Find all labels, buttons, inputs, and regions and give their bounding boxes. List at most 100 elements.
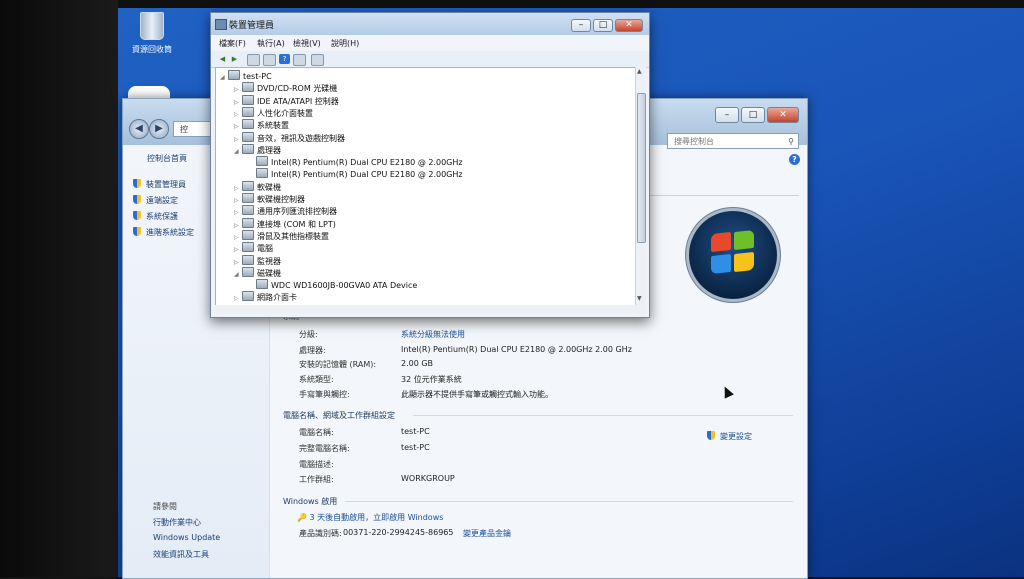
collapsed-arrow-icon[interactable]: ▷ <box>234 99 242 106</box>
section-divider <box>345 501 793 502</box>
workgroup-value: WORKGROUP <box>401 474 455 483</box>
tree-node[interactable]: ▷ 滑鼠及其他指標裝置 <box>234 229 329 242</box>
tree-node[interactable]: ▷ 連接埠 (COM 和 LPT) <box>234 217 336 230</box>
tree-node[interactable]: ▷ IDE ATA/ATAPI 控制器 <box>234 94 339 107</box>
vertical-scrollbar[interactable]: ▲ ▼ <box>635 67 646 305</box>
tree-node[interactable]: ◢ test-PC <box>220 70 272 81</box>
collapsed-arrow-icon[interactable]: ▷ <box>234 123 242 130</box>
hid-icon <box>242 106 254 117</box>
tree-node[interactable]: ▷ 電腦 <box>234 242 273 254</box>
tree-node[interactable]: Intel(R) Pentium(R) Dual CPU E2180 @ 2.0… <box>248 168 463 179</box>
collapsed-arrow-icon[interactable]: ▷ <box>234 86 242 93</box>
collapsed-arrow-icon[interactable]: ▷ <box>234 136 242 143</box>
screen-bezel-left <box>0 0 118 577</box>
sidebar-home-link[interactable]: 控制台首頁 <box>147 153 187 164</box>
tree-node[interactable]: ▷ 系統裝置 <box>234 119 289 131</box>
scan-hardware-icon[interactable] <box>311 54 324 66</box>
tree-node[interactable]: WDC WD1600JB-00GVA0 ATA Device <box>248 279 417 290</box>
tree-node-label: 磁碟機 <box>257 268 281 278</box>
sidebar-item-device-manager[interactable]: 裝置管理員 <box>133 179 186 190</box>
help-icon[interactable]: ? <box>279 54 290 64</box>
back-arrow-icon[interactable]: ◀ <box>217 54 228 64</box>
sound-icon <box>242 131 254 142</box>
pen-touch-value: 此顯示器不提供手寫筆或觸控式輸入功能。 <box>401 390 553 399</box>
tree-node[interactable]: ▷ 人性化介面裝置 <box>234 106 313 119</box>
search-input[interactable]: 搜尋控制台 ⚲ <box>667 133 799 149</box>
tree-node[interactable]: ▷ 音效，視訊及遊戲控制器 <box>234 131 345 144</box>
maximize-button[interactable]: □ <box>741 107 765 123</box>
show-hide-icon[interactable] <box>263 54 276 66</box>
view-icon[interactable] <box>293 54 306 66</box>
recycle-bin[interactable]: 資源回收筒 <box>126 12 178 55</box>
computer-name-value: test-PC <box>401 427 430 436</box>
help-icon[interactable]: ? <box>789 154 800 165</box>
sidebar-item-system-protection[interactable]: 系統保護 <box>133 211 178 222</box>
menu-help[interactable]: 說明(H) <box>331 38 359 49</box>
minimize-button[interactable]: – <box>715 107 739 123</box>
cpu-icon <box>256 168 268 179</box>
tree-node[interactable]: ▷ 網路介面卡 <box>234 291 297 303</box>
system-type-label: 系統類型: <box>299 375 334 384</box>
sidebar-item-label: 裝置管理員 <box>146 180 186 189</box>
collapsed-arrow-icon[interactable]: ▷ <box>234 185 242 192</box>
expanded-arrow-icon[interactable]: ◢ <box>220 74 228 81</box>
change-product-key-link[interactable]: 變更產品金鑰 <box>463 528 511 539</box>
close-button[interactable]: ✕ <box>767 107 799 123</box>
activate-windows-link[interactable]: 🔑 3 天後自動啟用，立即啟用 Windows <box>297 512 443 523</box>
rating-value-link[interactable]: 系統分級無法使用 <box>401 329 465 340</box>
dm-minimize-button[interactable]: – <box>571 19 591 32</box>
horizontal-scrollbar[interactable] <box>215 305 645 313</box>
recycle-bin-label: 資源回收筒 <box>132 45 172 54</box>
forward-button[interactable]: ▶ <box>149 119 169 139</box>
tree-node-label: Intel(R) Pentium(R) Dual CPU E2180 @ 2.0… <box>271 158 463 168</box>
scroll-up-icon[interactable]: ▲ <box>637 68 642 75</box>
tree-node[interactable]: ▷ 通用序列匯流排控制器 <box>234 205 337 217</box>
collapsed-arrow-icon[interactable]: ▷ <box>234 246 242 253</box>
expanded-arrow-icon[interactable]: ◢ <box>234 271 242 278</box>
see-also-action-center[interactable]: 行動作業中心 <box>153 517 201 528</box>
collapsed-arrow-icon[interactable]: ▷ <box>234 222 242 229</box>
tree-node[interactable]: ◢ 處理器 <box>234 143 281 156</box>
activation-section-title: Windows 啟用 <box>283 497 338 506</box>
collapsed-arrow-icon[interactable]: ▷ <box>234 197 242 204</box>
tree-node[interactable]: ▷ 軟碟機 <box>234 180 281 193</box>
collapsed-arrow-icon[interactable]: ▷ <box>234 259 242 266</box>
forward-arrow-icon[interactable]: ▶ <box>229 54 240 64</box>
sidebar-item-label: 進階系統設定 <box>146 228 194 237</box>
rating-label: 分級: <box>299 330 318 339</box>
collapsed-arrow-icon[interactable]: ▷ <box>234 209 242 216</box>
dm-close-button[interactable]: ✕ <box>615 19 643 32</box>
expanded-arrow-icon[interactable]: ◢ <box>234 148 242 155</box>
see-also-performance-tools[interactable]: 效能資訊及工具 <box>153 549 209 560</box>
scrollbar-thumb[interactable] <box>637 93 646 243</box>
collapsed-arrow-icon[interactable]: ▷ <box>234 111 242 118</box>
see-also-windows-update[interactable]: Windows Update <box>153 533 220 542</box>
computer-name-label: 電腦名稱: <box>299 428 334 437</box>
back-button[interactable]: ◀ <box>129 119 149 139</box>
scroll-down-icon[interactable]: ▼ <box>637 295 642 302</box>
menu-file[interactable]: 檔案(F) <box>219 38 246 49</box>
device-manager-controls: – □ ✕ <box>571 19 643 32</box>
tree-node[interactable]: Intel(R) Pentium(R) Dual CPU E2180 @ 2.0… <box>248 156 463 167</box>
device-manager-title: 裝置管理員 <box>229 21 275 31</box>
section-divider <box>413 415 793 416</box>
collapsed-arrow-icon[interactable]: ▷ <box>234 295 242 302</box>
sidebar-item-remote-settings[interactable]: 遠端設定 <box>133 195 178 206</box>
device-tree: ◢ test-PC ▷ DVD/CD-ROM 光碟機 ▷ IDE ATA/ATAPI 控制… <box>215 67 637 307</box>
sidebar-item-advanced-settings[interactable]: 進階系統設定 <box>133 227 194 238</box>
tree-node-label: Intel(R) Pentium(R) Dual CPU E2180 @ 2.0… <box>271 170 463 180</box>
tree-node[interactable]: ▷ 監視器 <box>234 254 281 267</box>
dm-maximize-button[interactable]: □ <box>593 19 613 32</box>
tree-node[interactable]: ▷ 軟碟機控制器 <box>234 193 305 205</box>
menu-view[interactable]: 檢視(V) <box>293 38 321 49</box>
sidebar-item-label: 遠端設定 <box>146 196 178 205</box>
collapsed-arrow-icon[interactable]: ▷ <box>234 234 242 241</box>
tree-node[interactable]: ▷ DVD/CD-ROM 光碟機 <box>234 82 337 94</box>
properties-icon[interactable] <box>247 54 260 66</box>
product-id-value: 00371-220-2994245-86965 <box>343 528 454 537</box>
search-icon: ⚲ <box>788 137 794 146</box>
tree-node[interactable]: ◢ 磁碟機 <box>234 266 281 279</box>
menu-action[interactable]: 執行(A) <box>257 38 285 49</box>
ram-label: 安裝的記憶體 (RAM): <box>299 360 377 369</box>
change-settings-link[interactable]: 變更設定 <box>707 431 752 442</box>
